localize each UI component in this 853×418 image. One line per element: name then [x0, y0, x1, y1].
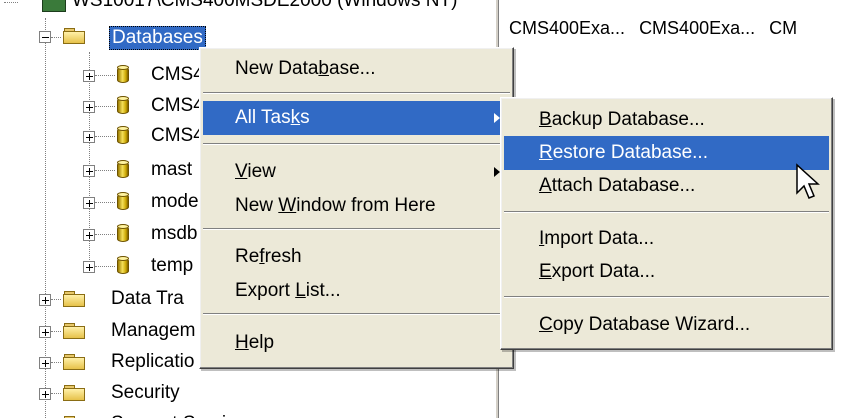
expand-icon[interactable] — [83, 70, 95, 82]
tree-item-folder[interactable]: Replicatio — [111, 351, 194, 373]
database-icon — [117, 65, 129, 85]
tree-connector — [51, 393, 61, 394]
menu-separator — [203, 228, 510, 230]
tree-connector — [51, 37, 61, 38]
tree-item-database[interactable]: mode — [151, 191, 199, 213]
tree-item-folder[interactable]: Security — [111, 382, 180, 404]
expand-icon[interactable] — [83, 197, 95, 209]
menu-separator — [203, 92, 510, 94]
menu-item-view[interactable]: View — [203, 155, 510, 189]
database-icon — [117, 96, 129, 116]
expand-icon[interactable] — [39, 294, 51, 306]
expand-icon[interactable] — [83, 261, 95, 273]
menu-item-all-tasks[interactable]: All Tasks — [203, 101, 510, 135]
list-cell[interactable]: CMS400Exa... — [639, 18, 755, 38]
tree-connector — [95, 266, 115, 267]
mouse-pointer-icon — [796, 163, 820, 199]
menu-separator — [203, 143, 510, 145]
expand-icon[interactable] — [83, 165, 95, 177]
tree-item-database[interactable]: CMS4 — [151, 95, 204, 117]
tree-connector — [95, 75, 115, 76]
tree-connector — [95, 136, 115, 137]
menu-item-refresh[interactable]: Refresh — [203, 240, 510, 274]
database-icon — [117, 160, 129, 180]
collapse-databases-icon[interactable] — [39, 31, 51, 43]
menu-item-backup-database[interactable]: Backup Database... — [504, 103, 829, 137]
tree-item-database[interactable]: CMS4 — [151, 125, 204, 147]
menu-item-export-list[interactable]: Export List... — [203, 274, 510, 308]
tree-connector — [4, 2, 18, 3]
expand-icon[interactable] — [83, 229, 95, 241]
tree-item-folder[interactable]: Managem — [111, 320, 196, 342]
server-icon — [42, 0, 66, 12]
menu-item-export-data[interactable]: Export Data... — [504, 255, 829, 289]
list-cell[interactable]: CMS400Exa... — [509, 18, 625, 38]
expand-icon[interactable] — [39, 326, 51, 338]
tree-item-folder[interactable]: Support Servi — [111, 413, 226, 418]
menu-item-new-database[interactable]: New Database... — [203, 52, 510, 86]
menu-item-help[interactable]: Help — [203, 326, 510, 360]
tree-connector — [95, 234, 115, 235]
menu-item-copy-database-wizard[interactable]: Copy Database Wizard... — [504, 308, 829, 342]
menu-separator — [504, 296, 829, 298]
server-node-label[interactable]: WS10017\CMS400MSDE2000 (Windows NT) — [72, 0, 457, 12]
menu-item-import-data[interactable]: Import Data... — [504, 222, 829, 256]
folder-open-icon — [63, 28, 85, 44]
tree-connector — [51, 362, 61, 363]
database-icon — [117, 256, 129, 276]
list-cell[interactable]: CM — [769, 18, 797, 38]
tree-item-database[interactable]: mast — [151, 159, 192, 181]
context-menu: New Database... All Tasks View New Windo… — [199, 47, 514, 369]
tree-connector — [95, 106, 115, 107]
tree-connector — [51, 299, 61, 300]
menu-item-restore-database[interactable]: Restore Database... — [504, 136, 829, 170]
tree-item-databases[interactable]: Databases — [109, 26, 206, 50]
database-icon — [117, 192, 129, 212]
menu-item-attach-database[interactable]: Attach Database... — [504, 169, 829, 203]
database-icon — [117, 126, 129, 146]
tree-item-database[interactable]: temp — [151, 255, 193, 277]
tree-connector — [51, 331, 61, 332]
folder-icon — [63, 291, 85, 307]
menu-item-new-window[interactable]: New Window from Here — [203, 189, 510, 223]
expand-icon[interactable] — [83, 131, 95, 143]
tree-connector — [95, 202, 115, 203]
tree-item-folder[interactable]: Data Tra — [111, 288, 184, 310]
folder-icon — [63, 385, 85, 401]
tree-connector — [95, 170, 115, 171]
folder-icon — [63, 323, 85, 339]
tree-item-database[interactable]: CMS4 — [151, 64, 204, 86]
all-tasks-submenu: Backup Database... Restore Database... A… — [500, 97, 833, 350]
folder-icon — [63, 354, 85, 370]
database-icon — [117, 224, 129, 244]
menu-separator — [504, 211, 829, 213]
tree-item-database[interactable]: msdb — [151, 223, 197, 245]
expand-icon[interactable] — [39, 357, 51, 369]
expand-icon[interactable] — [39, 388, 51, 400]
list-row-header: CMS400Exa... CMS400Exa... CM — [509, 18, 811, 39]
expand-icon[interactable] — [83, 101, 95, 113]
menu-separator — [203, 313, 510, 315]
